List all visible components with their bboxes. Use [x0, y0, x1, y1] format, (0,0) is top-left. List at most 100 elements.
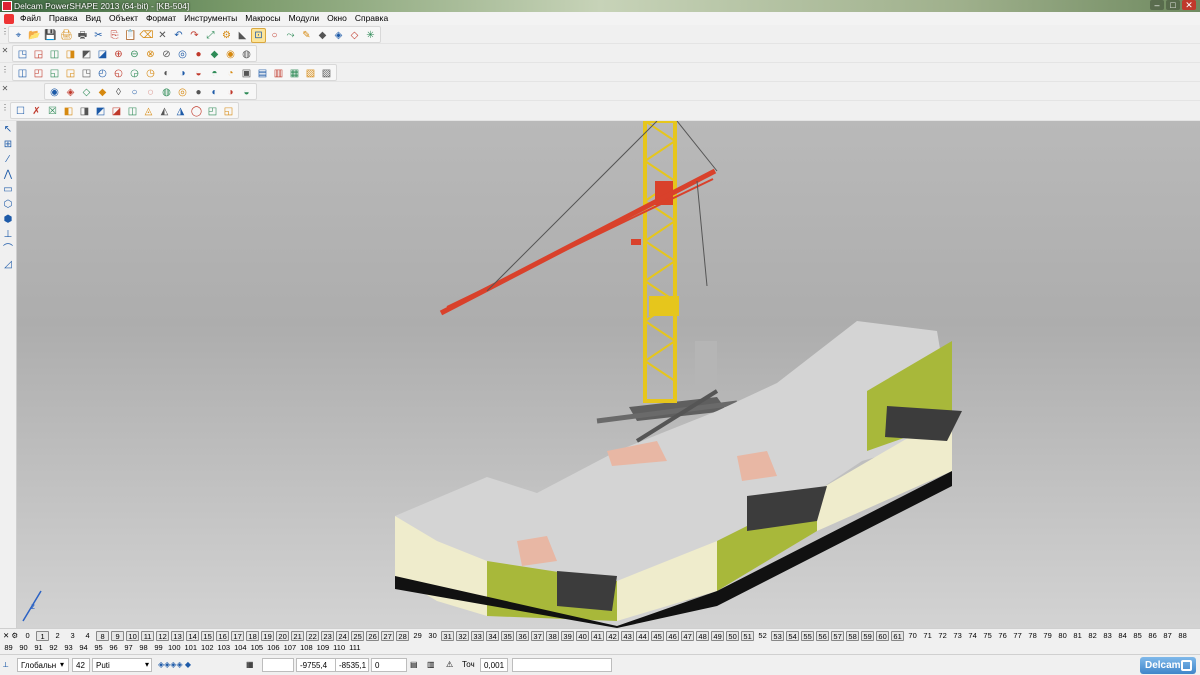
level-button[interactable]: 76 — [996, 631, 1009, 641]
level-button[interactable]: 60 — [876, 631, 890, 641]
toolbar-button-icon[interactable]: ○ — [127, 85, 142, 100]
toolbar-button-icon[interactable]: ↷ — [187, 28, 202, 43]
level-button[interactable]: 48 — [696, 631, 710, 641]
level-button[interactable]: 92 — [47, 643, 60, 653]
toolbar-button-icon[interactable]: ▤ — [255, 66, 270, 81]
toolbar-button-icon[interactable]: ◎ — [175, 85, 190, 100]
level-button[interactable]: 19 — [261, 631, 275, 641]
chevron-down-icon[interactable]: ▾ — [60, 658, 64, 672]
toolbar-button-icon[interactable]: ◉ — [47, 85, 62, 100]
toolbar-button-icon[interactable]: ⎘ — [107, 28, 122, 43]
toolbar-button-icon[interactable]: ⊡ — [251, 28, 266, 43]
level-button[interactable]: 28 — [396, 631, 410, 641]
level-button[interactable]: 44 — [636, 631, 650, 641]
toolbar-button-icon[interactable]: ◱ — [47, 66, 62, 81]
toolbar-button-icon[interactable]: ⌖ — [11, 28, 26, 43]
toolbar-button-icon[interactable]: ◱ — [221, 104, 236, 119]
toolbar-button-icon[interactable]: ⊕ — [111, 47, 126, 62]
toolbar-button-icon[interactable]: ⌫ — [139, 28, 154, 43]
toolbar-button-icon[interactable]: ◩ — [93, 104, 108, 119]
level-button[interactable]: 61 — [891, 631, 905, 641]
level-button[interactable]: 24 — [336, 631, 350, 641]
toolbar-button-icon[interactable]: ◑ — [175, 66, 190, 81]
toolbar-button-icon[interactable]: ◩ — [79, 47, 94, 62]
workplane-icon[interactable]: ⟂ — [3, 658, 15, 672]
level-button[interactable]: 21 — [291, 631, 305, 641]
toolbar-button-icon[interactable]: ◫ — [125, 104, 140, 119]
left-tool-icon[interactable]: ⊥ — [1, 228, 15, 242]
level-button[interactable]: 93 — [62, 643, 75, 653]
toolbar-button-icon[interactable]: ◔ — [223, 66, 238, 81]
toolbar-button-icon[interactable]: ☐ — [13, 104, 28, 119]
toolbar-grip[interactable]: ⋮ — [1, 103, 9, 118]
level-button[interactable]: 110 — [332, 643, 346, 653]
toolbar-button-icon[interactable]: ◬ — [141, 104, 156, 119]
level-button[interactable]: 26 — [366, 631, 380, 641]
level-button[interactable]: 31 — [441, 631, 455, 641]
level-button[interactable]: 49 — [711, 631, 725, 641]
level-button[interactable]: 86 — [1146, 631, 1159, 641]
menu-window[interactable]: Окно — [323, 12, 351, 25]
toolbar-button-icon[interactable]: 📂 — [27, 28, 42, 43]
ruler-icon[interactable]: ▥ — [427, 658, 435, 672]
toolbar-button-icon[interactable]: ◌ — [143, 85, 158, 100]
level-button[interactable]: 53 — [771, 631, 785, 641]
level-button[interactable]: 83 — [1101, 631, 1114, 641]
toolbar-button-icon[interactable]: ◪ — [95, 47, 110, 62]
toolbar-button-icon[interactable]: ◳ — [79, 66, 94, 81]
level-button[interactable]: 33 — [471, 631, 485, 641]
level-name-select[interactable]: Puti — [92, 658, 152, 672]
toolbar-button-icon[interactable]: ◈ — [331, 28, 346, 43]
toolbar-button-icon[interactable]: ⊗ — [143, 47, 158, 62]
menu-tools[interactable]: Инструменты — [180, 12, 241, 25]
toolbar-button-icon[interactable]: ◰ — [205, 104, 220, 119]
level-button[interactable]: 41 — [591, 631, 605, 641]
level-button[interactable]: 85 — [1131, 631, 1144, 641]
toolbar-button-icon[interactable]: ↶ — [171, 28, 186, 43]
minimize-button[interactable]: – — [1150, 0, 1164, 10]
toolbar-button-icon[interactable]: ◮ — [173, 104, 188, 119]
level-button[interactable]: 72 — [936, 631, 949, 641]
level-button[interactable]: 79 — [1041, 631, 1054, 641]
left-tool-icon[interactable]: ⬢ — [1, 213, 15, 227]
toolbar-button-icon[interactable]: ◧ — [61, 104, 76, 119]
toolbar-button-icon[interactable]: ◲ — [63, 66, 78, 81]
level-button[interactable]: 95 — [92, 643, 105, 653]
level-button[interactable]: 50 — [726, 631, 740, 641]
level-button[interactable]: 13 — [171, 631, 185, 641]
level-button[interactable]: 81 — [1071, 631, 1084, 641]
level-button[interactable]: 45 — [651, 631, 665, 641]
coord-y-field[interactable]: -8535,1 — [335, 658, 369, 672]
level-button[interactable]: 84 — [1116, 631, 1129, 641]
toolbar-button-icon[interactable]: ◆ — [315, 28, 330, 43]
toolbar-button-icon[interactable]: ✗ — [29, 104, 44, 119]
level-button[interactable]: 38 — [546, 631, 560, 641]
level-button[interactable]: 3 — [66, 631, 79, 641]
level-button[interactable]: 91 — [32, 643, 45, 653]
menu-format[interactable]: Формат — [142, 12, 180, 25]
level-button[interactable]: 18 — [246, 631, 260, 641]
level-button[interactable]: 108 — [299, 643, 314, 653]
calculator-icon[interactable]: ▤ — [410, 658, 418, 672]
toolbar-button-icon[interactable]: ◫ — [47, 47, 62, 62]
menu-help[interactable]: Справка — [351, 12, 392, 25]
toolbar-button-icon[interactable]: ◆ — [207, 47, 222, 62]
level-button[interactable]: 51 — [741, 631, 755, 641]
level-button[interactable]: 109 — [316, 643, 331, 653]
level-button[interactable]: 30 — [426, 631, 439, 641]
level-button[interactable]: 2 — [51, 631, 64, 641]
level-button[interactable]: 14 — [186, 631, 200, 641]
level-button[interactable]: 74 — [966, 631, 979, 641]
toolbar-button-icon[interactable]: ◫ — [15, 66, 30, 81]
level-button[interactable]: 98 — [137, 643, 150, 653]
toolbar-button-icon[interactable]: 🖶 — [75, 28, 90, 43]
toolbar-button-icon[interactable]: ◊ — [111, 85, 126, 100]
toolbar-button-icon[interactable]: ▦ — [287, 66, 302, 81]
level-button[interactable]: 107 — [283, 643, 298, 653]
level-button[interactable]: 57 — [831, 631, 845, 641]
level-button[interactable]: 12 — [156, 631, 170, 641]
level-button[interactable]: 87 — [1161, 631, 1174, 641]
level-button[interactable]: 106 — [266, 643, 281, 653]
level-button[interactable]: 75 — [981, 631, 994, 641]
toolbar-button-icon[interactable]: ◈ — [63, 85, 78, 100]
